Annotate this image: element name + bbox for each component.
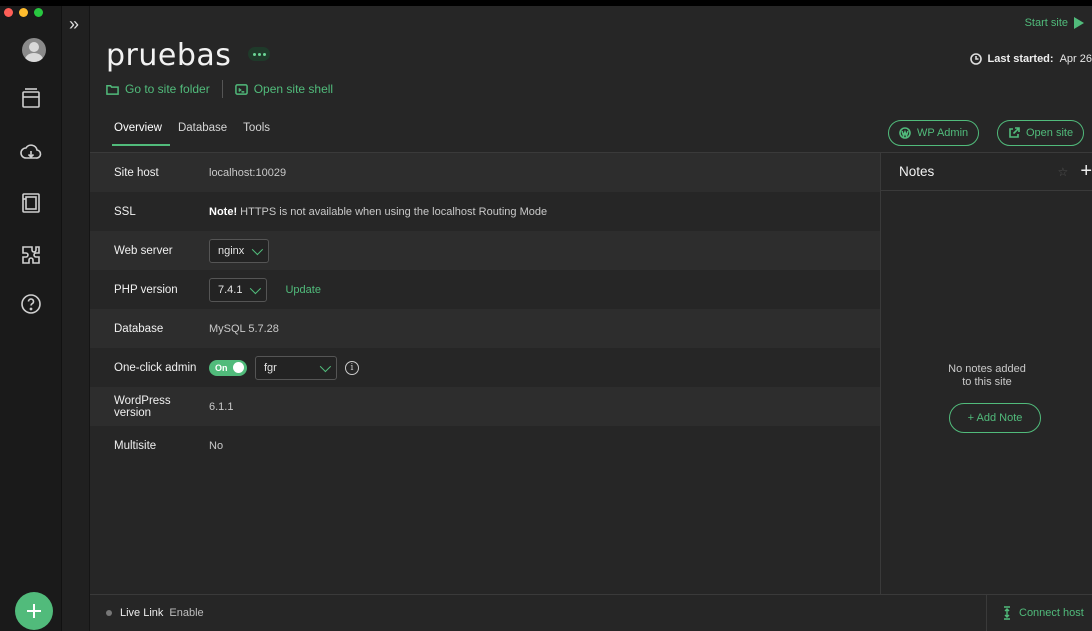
addons-icon[interactable] <box>17 241 45 269</box>
tab-tools[interactable]: Tools <box>243 122 270 146</box>
admin-user-value: fgr <box>264 361 277 374</box>
start-site-label: Start site <box>1024 17 1068 29</box>
notes-header: Notes ☆ + <box>881 153 1092 191</box>
open-site-shell-link[interactable]: Open site shell <box>234 82 334 96</box>
connect-host-button[interactable]: Connect host <box>986 595 1092 631</box>
terminal-icon <box>234 83 248 95</box>
chevron-down-icon <box>252 243 264 255</box>
notes-empty-line-2: to this site <box>962 376 1012 388</box>
open-site-label: Open site <box>1026 127 1074 139</box>
site-host-label: Site host <box>114 166 159 179</box>
play-icon <box>1074 17 1084 29</box>
page-title: pruebas <box>106 38 232 73</box>
open-site-button[interactable]: Open site <box>997 120 1085 146</box>
info-icon[interactable]: i <box>345 360 359 375</box>
clock-icon <box>969 53 982 65</box>
ssl-label: SSL <box>114 205 136 218</box>
close-window-button[interactable] <box>4 8 13 17</box>
ssl-note: Note! HTTPS is not available when using … <box>209 206 547 218</box>
start-site-button[interactable]: Start site <box>1025 17 1084 29</box>
wp-admin-label: WP Admin <box>917 127 969 139</box>
ssl-note-bold: Note! <box>209 205 238 218</box>
toggle-label: On <box>215 362 228 373</box>
blueprints-icon[interactable] <box>17 189 45 217</box>
help-icon[interactable] <box>17 290 45 318</box>
enable-live-link-button[interactable]: Enable <box>169 607 203 619</box>
wp-admin-button[interactable]: WP Admin <box>888 120 980 146</box>
php-version-select[interactable]: 7.4.1 <box>209 277 268 302</box>
row-one-click-admin: One-click admin On fgr i <box>90 348 880 387</box>
divider <box>221 80 223 98</box>
chevron-down-icon <box>250 282 262 294</box>
row-ssl: SSL Note! HTTPS is not available when us… <box>90 192 880 231</box>
row-wordpress-version: WordPress version 6.1.1 <box>90 387 880 426</box>
sites-icon[interactable] <box>17 84 45 112</box>
multisite-label: Multisite <box>114 439 157 452</box>
admin-user-select[interactable]: fgr <box>255 355 337 380</box>
site-menu-button[interactable] <box>248 47 270 61</box>
php-update-link[interactable]: Update <box>285 284 320 296</box>
minimize-window-button[interactable] <box>19 8 28 17</box>
site-details-table: Site host localhost:10029 SSL Note! HTTP… <box>90 153 880 465</box>
row-database: Database MySQL 5.7.28 <box>90 309 880 348</box>
notes-title: Notes <box>899 164 935 179</box>
chevron-down-icon <box>319 360 332 372</box>
one-click-admin-label: One-click admin <box>114 361 197 374</box>
footer-bar: Live Link Enable Connect host <box>90 594 1092 631</box>
add-note-button[interactable]: + Add Note <box>949 403 1041 433</box>
database-value: MySQL 5.7.28 <box>209 322 279 335</box>
php-version-label: PHP version <box>114 283 178 296</box>
last-started-label: Last started: <box>987 53 1054 65</box>
wordpress-icon <box>899 127 911 139</box>
connect-icon <box>1004 606 1010 620</box>
external-link-icon <box>1009 127 1020 138</box>
ssl-note-text: HTTPS is not available when using the lo… <box>237 205 548 218</box>
database-label: Database <box>114 322 164 335</box>
add-note-icon[interactable]: + <box>1080 160 1092 183</box>
row-php-version: PHP version 7.4.1 Update <box>90 270 880 309</box>
web-server-value: nginx <box>218 244 245 257</box>
site-overview-panel: pruebas Go to site folder Open site shel… <box>90 6 1092 631</box>
sidebar-collapse-strip: » <box>62 6 90 631</box>
notes-panel: Notes ☆ + No notes added to this site + … <box>880 153 1092 594</box>
site-host-value: localhost:10029 <box>209 166 287 179</box>
php-version-value: 7.4.1 <box>218 283 243 296</box>
row-web-server: Web server nginx <box>90 231 880 270</box>
notes-empty-line-1: No notes added <box>948 363 1026 375</box>
live-link-label: Live Link <box>120 607 164 619</box>
left-rail <box>0 6 62 631</box>
go-to-site-folder-label: Go to site folder <box>125 82 210 96</box>
add-site-button[interactable] <box>15 592 53 630</box>
multisite-value: No <box>209 439 224 452</box>
window-controls <box>4 8 43 17</box>
tab-database[interactable]: Database <box>178 122 227 146</box>
site-links: Go to site folder Open site shell <box>106 80 333 98</box>
connect-host-label: Connect host <box>1019 607 1084 619</box>
row-multisite: Multisite No <box>90 426 880 465</box>
last-started-value: Apr 26 <box>1059 53 1092 65</box>
avatar[interactable] <box>22 38 46 62</box>
pin-icon[interactable]: ☆ <box>1058 165 1069 179</box>
folder-icon <box>106 84 119 95</box>
app-window: » pruebas Go to site folder Open site sh… <box>0 6 1092 631</box>
last-started-info: Last started: Apr 26 <box>969 53 1092 65</box>
site-tabs: Overview Database Tools <box>112 122 270 146</box>
go-to-site-folder-link[interactable]: Go to site folder <box>106 82 210 96</box>
one-click-admin-toggle[interactable]: On <box>209 359 247 376</box>
web-server-label: Web server <box>114 244 173 257</box>
wordpress-version-label: WordPress version <box>114 394 171 419</box>
open-site-shell-label: Open site shell <box>253 82 334 96</box>
tab-overview[interactable]: Overview <box>112 122 170 146</box>
zoom-window-button[interactable] <box>34 8 43 17</box>
live-link-status-dot <box>106 610 112 616</box>
notes-empty-state: No notes added to this site <box>881 363 1092 389</box>
expand-sidebar-icon[interactable]: » <box>69 14 79 35</box>
wordpress-version-value: 6.1.1 <box>209 400 234 413</box>
web-server-select[interactable]: nginx <box>209 238 270 263</box>
cloud-icon[interactable] <box>17 138 45 166</box>
row-site-host: Site host localhost:10029 <box>90 153 880 192</box>
